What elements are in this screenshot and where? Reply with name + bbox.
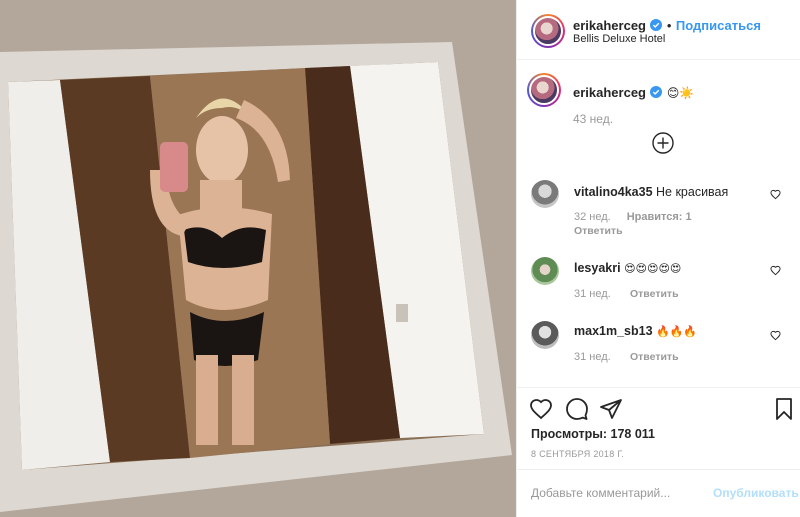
reply-button[interactable]: Ответить xyxy=(630,288,679,300)
mirror-selfie-image xyxy=(0,0,516,517)
heart-icon[interactable] xyxy=(770,265,781,276)
comment-icon[interactable] xyxy=(565,397,589,421)
view-count[interactable]: Просмотры: 178 011 xyxy=(531,427,655,441)
commenter-avatar[interactable] xyxy=(531,321,559,349)
comment-age: 31 нед. xyxy=(574,288,611,300)
commenter-avatar[interactable] xyxy=(531,257,559,285)
comment-divider xyxy=(517,469,800,470)
verified-badge-icon xyxy=(650,86,663,98)
caption: erikaherceg 😊☀️ xyxy=(573,84,694,102)
comment-row: lesyakri 😍😍😍😍😍 xyxy=(574,261,681,275)
post-sidebar: erikaherceg • Подписаться Bellis Deluxe … xyxy=(516,0,800,517)
author-username[interactable]: erikaherceg xyxy=(573,18,646,33)
comment-text: 😍😍😍😍😍 xyxy=(624,263,682,275)
commenter-avatar[interactable] xyxy=(531,180,559,208)
bookmark-icon[interactable] xyxy=(772,397,796,421)
comment-age: 31 нед. xyxy=(574,351,611,363)
comment-text: 🔥🔥🔥 xyxy=(656,326,698,338)
reply-button[interactable]: Ответить xyxy=(574,225,623,237)
verified-badge-icon xyxy=(650,19,663,31)
reply-button[interactable]: Ответить xyxy=(630,351,679,363)
comment-input[interactable]: Добавьте комментарий... xyxy=(531,486,670,500)
publish-button[interactable]: Опубликовать xyxy=(713,486,799,500)
separator-dot: • xyxy=(666,18,672,33)
author-avatar[interactable] xyxy=(531,14,565,48)
comment-age: 32 нед. xyxy=(574,211,611,223)
heart-icon[interactable] xyxy=(770,189,781,200)
post-header: erikaherceg • Подписаться Bellis Deluxe … xyxy=(517,0,800,60)
comment-username[interactable]: vitalino4ka35 xyxy=(574,185,653,199)
share-icon[interactable] xyxy=(599,397,623,421)
comment-meta: 32 нед. Нравится: 1 xyxy=(574,211,692,223)
follow-button[interactable]: Подписаться xyxy=(676,18,761,33)
caption-username[interactable]: erikaherceg xyxy=(573,85,646,100)
post-video[interactable] xyxy=(0,0,516,517)
comment-username[interactable]: max1m_sb13 xyxy=(574,324,653,338)
caption-avatar[interactable] xyxy=(527,73,561,107)
location-link[interactable]: Bellis Deluxe Hotel xyxy=(573,33,665,45)
caption-text: 😊☀️ xyxy=(666,86,695,100)
comment-row: max1m_sb13 🔥🔥🔥 xyxy=(574,324,697,338)
post-date[interactable]: 8 СЕНТЯБРЯ 2018 Г. xyxy=(531,449,624,459)
comment-meta: 31 нед. xyxy=(574,351,611,363)
comment-meta: 31 нед. xyxy=(574,288,611,300)
comment-text: Не красивая xyxy=(656,185,729,199)
comment-username[interactable]: lesyakri xyxy=(574,261,621,275)
actions-divider xyxy=(517,387,800,388)
comment-likes[interactable]: Нравится: 1 xyxy=(627,211,692,223)
heart-icon[interactable] xyxy=(529,397,553,421)
plus-circle-icon[interactable] xyxy=(651,131,675,155)
caption-age: 43 нед. xyxy=(573,112,614,126)
heart-icon[interactable] xyxy=(770,330,781,341)
comment-row: vitalino4ka35 Не красивая xyxy=(574,185,728,199)
